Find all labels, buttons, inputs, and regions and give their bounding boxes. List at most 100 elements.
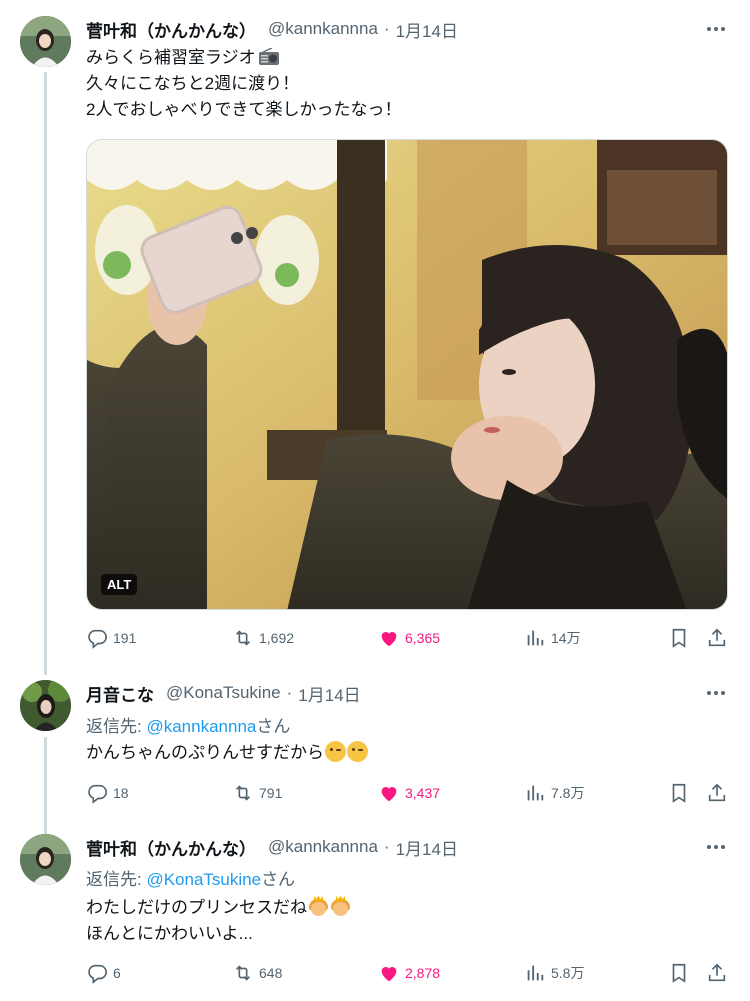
wink-emoji (347, 741, 368, 762)
reply-button[interactable]: 191 (86, 625, 136, 651)
bookmark-button[interactable] (668, 960, 690, 986)
reply-icon (88, 964, 107, 984)
share-button[interactable] (706, 960, 728, 986)
retweet-count: 791 (259, 785, 283, 801)
like-icon (381, 787, 397, 802)
reply-suffix: さん (256, 717, 291, 736)
princess-emoji (330, 896, 351, 917)
avatar[interactable] (20, 834, 71, 885)
alt-badge[interactable]: ALT (101, 574, 138, 595)
retweet-count: 1,692 (259, 630, 295, 646)
reply-button[interactable]: 18 (86, 780, 129, 806)
views-count: 7.8万 (551, 785, 585, 801)
views-icon (527, 785, 544, 801)
reply-button[interactable]: 6 (86, 960, 121, 986)
tweet-header: 菅叶和（かんかんな） @kannkannna · 1月14日 (86, 16, 458, 42)
more-icon[interactable] (704, 835, 728, 859)
like-icon (381, 967, 397, 982)
princess-emoji (308, 896, 329, 917)
separator-dot: · (383, 837, 390, 856)
bookmark-icon (672, 628, 686, 648)
tweet-line: 久々にこなちと2週に渡り！ (86, 74, 300, 93)
tweet-text: かんちゃんのぷりんせすだから (86, 740, 368, 766)
reply-suffix: さん (261, 870, 296, 889)
views-button[interactable]: 14万 (524, 625, 581, 651)
reply-mention[interactable]: @KonaTsukine (146, 870, 261, 889)
tweet-actions: 18 791 3,437 7.8万 (86, 780, 732, 806)
reply-prefix: 返信先: (86, 717, 147, 736)
user-handle[interactable]: @kannkannna (268, 837, 378, 857)
avatar[interactable] (20, 16, 71, 67)
share-button[interactable] (706, 625, 728, 651)
reply-context: 返信先: @kannkannnaさん (86, 712, 290, 737)
retweet-count: 648 (259, 965, 283, 981)
tweet-photo[interactable]: ALT (86, 139, 728, 610)
more-icon[interactable] (704, 681, 728, 705)
reply-icon (88, 784, 107, 804)
reply-icon (88, 629, 107, 649)
retweet-icon (235, 630, 251, 646)
views-button[interactable]: 7.8万 (524, 780, 584, 806)
separator-dot: · (383, 19, 390, 38)
tweet-date[interactable]: 1月14日 (396, 17, 458, 42)
avatar[interactable] (20, 680, 71, 731)
views-icon (527, 965, 544, 981)
like-count: 6,365 (405, 630, 441, 646)
tweet-line: みらくら補習室ラジオ (86, 48, 256, 67)
bookmark-button[interactable] (668, 780, 690, 806)
tweet-line: わたしだけのプリンセスだね (86, 898, 307, 917)
bookmark-icon (672, 963, 686, 983)
reply-mention[interactable]: @kannkannna (146, 717, 256, 736)
tweet-1[interactable]: 菅叶和（かんかんな） @kannkannna · 1月14日 みらくら補習室ラジ… (0, 0, 750, 675)
reply-prefix: 返信先: (86, 870, 147, 889)
views-button[interactable]: 5.8万 (524, 960, 584, 986)
reply-context: 返信先: @KonaTsukineさん (86, 865, 295, 890)
share-icon (708, 628, 726, 647)
tweet-text: わたしだけのプリンセスだね ほんとにかわいいよ... (86, 895, 351, 947)
like-icon (381, 632, 397, 647)
retweet-icon (235, 785, 251, 801)
tweet-date[interactable]: 1月14日 (396, 835, 458, 860)
display-name[interactable]: 菅叶和（かんかんな） (86, 17, 256, 42)
like-button[interactable]: 3,437 (378, 780, 440, 806)
views-count: 5.8万 (551, 965, 585, 981)
photo-image (87, 140, 727, 609)
reply-count: 18 (113, 785, 129, 801)
display-name[interactable]: 菅叶和（かんかんな） (86, 835, 256, 860)
tweet-text: みらくら補習室ラジオ 久々にこなちと2週に渡り！ 2人でおしゃべりできて楽しかっ… (86, 45, 401, 123)
user-handle[interactable]: @kannkannna (268, 19, 378, 39)
tweet-2[interactable]: 月音こな @KonaTsukine · 1月14日 返信先: @kannkann… (0, 665, 750, 840)
more-icon[interactable] (704, 17, 728, 41)
tweet-line: ほんとにかわいいよ... (86, 924, 253, 943)
reply-count: 191 (113, 630, 137, 646)
reply-count: 6 (113, 965, 121, 981)
bookmark-icon (672, 783, 686, 803)
retweet-button[interactable]: 1,692 (232, 625, 294, 651)
radio-icon (258, 48, 279, 65)
tweet-actions: 191 1,692 6,365 14万 (86, 625, 732, 651)
share-icon (708, 963, 726, 982)
like-button[interactable]: 2,878 (378, 960, 440, 986)
tweet-line: かんちゃんのぷりんせすだから (86, 743, 324, 762)
tweet-header: 菅叶和（かんかんな） @kannkannna · 1月14日 (86, 834, 458, 860)
wink-emoji (325, 741, 346, 762)
tweet-actions: 6 648 2,878 5.8万 (86, 960, 732, 986)
display-name[interactable]: 月音こな (86, 681, 154, 706)
like-button[interactable]: 6,365 (378, 625, 440, 651)
bookmark-button[interactable] (668, 625, 690, 651)
retweet-button[interactable]: 648 (232, 960, 282, 986)
user-handle[interactable]: @KonaTsukine (166, 683, 281, 703)
share-icon (708, 783, 726, 802)
tweet-date[interactable]: 1月14日 (298, 681, 360, 706)
thread-line (44, 72, 47, 675)
retweet-button[interactable]: 791 (232, 780, 282, 806)
tweet-3[interactable]: 菅叶和（かんかんな） @kannkannna · 1月14日 返信先: @Kon… (0, 820, 750, 1001)
like-count: 2,878 (405, 965, 441, 981)
views-count: 14万 (551, 630, 581, 646)
views-icon (527, 630, 544, 646)
separator-dot: · (286, 683, 293, 702)
tweet-line: 2人でおしゃべりできて楽しかったなっ！ (86, 100, 402, 119)
share-button[interactable] (706, 780, 728, 806)
retweet-icon (235, 965, 251, 981)
like-count: 3,437 (405, 785, 441, 801)
